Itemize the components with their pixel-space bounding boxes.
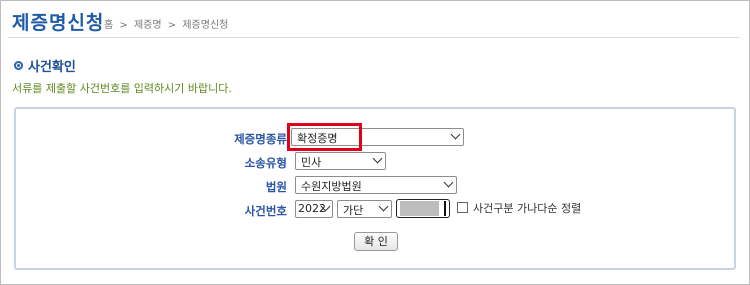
section-heading: 사건확인 (14, 56, 76, 75)
chevron-down-icon (378, 201, 389, 212)
text-caret (444, 201, 446, 216)
page-title: 제증명신청 (12, 12, 105, 34)
highlight-box (287, 123, 362, 151)
breadcrumb-current: 제증명신청 (182, 20, 229, 31)
cert-type-label: 제증명종류 (234, 132, 287, 146)
case-number-input[interactable] (396, 199, 450, 218)
breadcrumb-separator: > (119, 20, 128, 31)
lawsuit-type-value: 민사 (301, 156, 322, 169)
case-category-select[interactable]: 가단 (337, 200, 392, 218)
chevron-down-icon (443, 177, 454, 188)
breadcrumb-certificates[interactable]: 제증명 (134, 20, 162, 31)
court-value: 수원지방법원 (301, 180, 362, 193)
breadcrumb-separator: > (167, 20, 177, 31)
sort-checkbox-label[interactable]: 사건구분 가나다순 정렬 (473, 200, 581, 216)
breadcrumb-home[interactable]: 홈 (104, 20, 113, 31)
title-divider (8, 37, 740, 38)
lawsuit-type-label: 소송유형 (244, 156, 287, 170)
chevron-down-icon (450, 129, 461, 140)
chevron-down-icon (372, 153, 383, 164)
bullet-icon (14, 61, 23, 70)
case-year-select[interactable]: 2022 (295, 200, 333, 218)
court-select[interactable]: 수원지방법원 (295, 176, 457, 194)
masked-value (400, 201, 439, 216)
section-heading-text: 사건확인 (28, 60, 76, 75)
confirm-button[interactable]: 확 인 (354, 232, 398, 251)
instruction-text: 서류를 제출할 사건번호를 입력하시기 바랍니다. (12, 82, 232, 95)
breadcrumb: 홈 > 제증명 > 제증명신청 (104, 16, 231, 31)
court-label: 법원 (265, 180, 287, 194)
lawsuit-type-select[interactable]: 민사 (295, 152, 386, 170)
case-number-label: 사건번호 (244, 204, 287, 218)
case-category-value: 가단 (343, 204, 364, 217)
sort-checkbox[interactable] (457, 202, 468, 213)
